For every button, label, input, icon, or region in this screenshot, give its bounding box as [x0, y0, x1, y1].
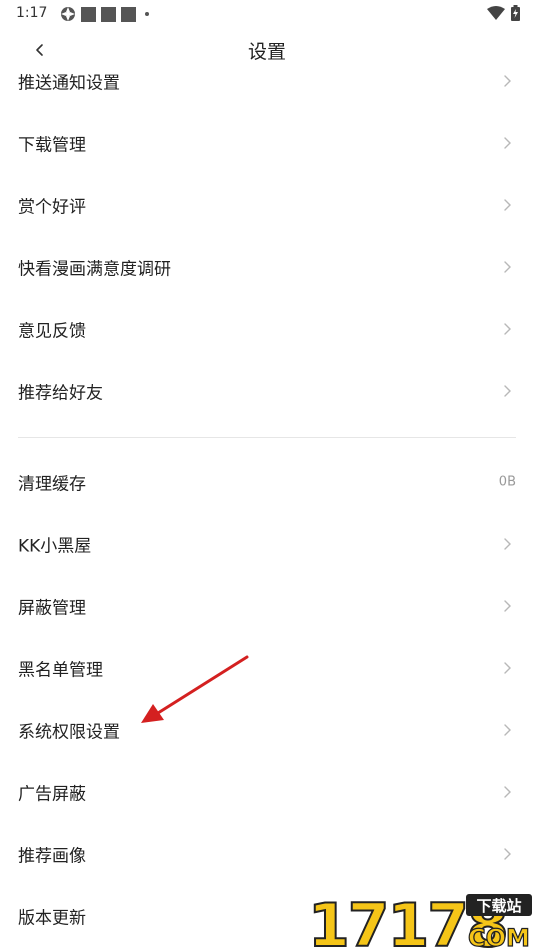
setting-label: KK小黑屋	[18, 536, 92, 557]
chevron-right-icon	[504, 600, 511, 612]
setting-blacklist-management[interactable]: 黑名单管理	[0, 637, 534, 699]
setting-feedback[interactable]: 意见反馈	[0, 298, 534, 360]
chevron-right-icon	[504, 786, 511, 798]
wifi-icon	[487, 6, 505, 20]
setting-label: 推送通知设置	[18, 73, 120, 94]
app-notification-icon	[61, 7, 75, 21]
chevron-right-icon	[504, 323, 511, 335]
setting-recommend-profile[interactable]: 推荐画像	[0, 823, 534, 885]
setting-label: 屏蔽管理	[18, 598, 86, 619]
setting-label: 推荐给好友	[18, 383, 103, 404]
setting-label: 黑名单管理	[18, 660, 103, 681]
setting-block-management[interactable]: 屏蔽管理	[0, 575, 534, 637]
status-time: 1:17	[16, 5, 48, 21]
setting-label: 清理缓存	[18, 474, 86, 495]
setting-label: 意见反馈	[18, 321, 86, 342]
setting-label: 下载管理	[18, 135, 86, 156]
notification-square-icon	[81, 6, 96, 22]
setting-push-notifications[interactable]: 推送通知设置	[0, 50, 534, 112]
battery-icon	[511, 5, 520, 21]
setting-label: 广告屏蔽	[18, 784, 86, 805]
setting-ad-blocking[interactable]: 广告屏蔽	[0, 761, 534, 823]
chevron-right-icon	[504, 137, 511, 149]
setting-system-permissions[interactable]: 系统权限设置	[0, 699, 534, 761]
setting-label: 推荐画像	[18, 846, 86, 867]
notification-square-icon	[121, 6, 136, 22]
chevron-right-icon	[504, 75, 511, 87]
setting-clear-cache[interactable]: 清理缓存 0B	[0, 451, 534, 513]
status-bar: 1:17	[0, 0, 534, 28]
notification-icons	[60, 6, 149, 22]
watermark-badge: 下载站	[476, 897, 521, 915]
chevron-right-icon	[504, 662, 511, 674]
chevron-right-icon	[504, 538, 511, 550]
notification-square-icon	[101, 6, 116, 22]
setting-label: 快看漫画满意度调研	[18, 259, 171, 280]
setting-satisfaction-survey[interactable]: 快看漫画满意度调研	[0, 236, 534, 298]
setting-kk-blackhouse[interactable]: KK小黑屋	[0, 513, 534, 575]
watermark-suffix: COM	[468, 924, 530, 950]
group-divider	[18, 437, 516, 438]
chevron-right-icon	[504, 261, 511, 273]
setting-download-management[interactable]: 下载管理	[0, 112, 534, 174]
setting-recommend-to-friends[interactable]: 推荐给好友	[0, 360, 534, 422]
setting-label: 赏个好评	[18, 197, 86, 218]
setting-label: 版本更新	[18, 908, 86, 929]
chevron-right-icon	[504, 385, 511, 397]
setting-rate-app[interactable]: 赏个好评	[0, 174, 534, 236]
system-icons	[487, 5, 520, 21]
chevron-right-icon	[504, 724, 511, 736]
cache-size-value: 0B	[498, 474, 516, 490]
chevron-right-icon	[504, 848, 511, 860]
setting-label: 系统权限设置	[18, 722, 120, 743]
site-watermark-logo: 17178 下载站 COM	[307, 890, 532, 950]
more-notifications-dot-icon	[145, 12, 149, 16]
chevron-right-icon	[504, 199, 511, 211]
